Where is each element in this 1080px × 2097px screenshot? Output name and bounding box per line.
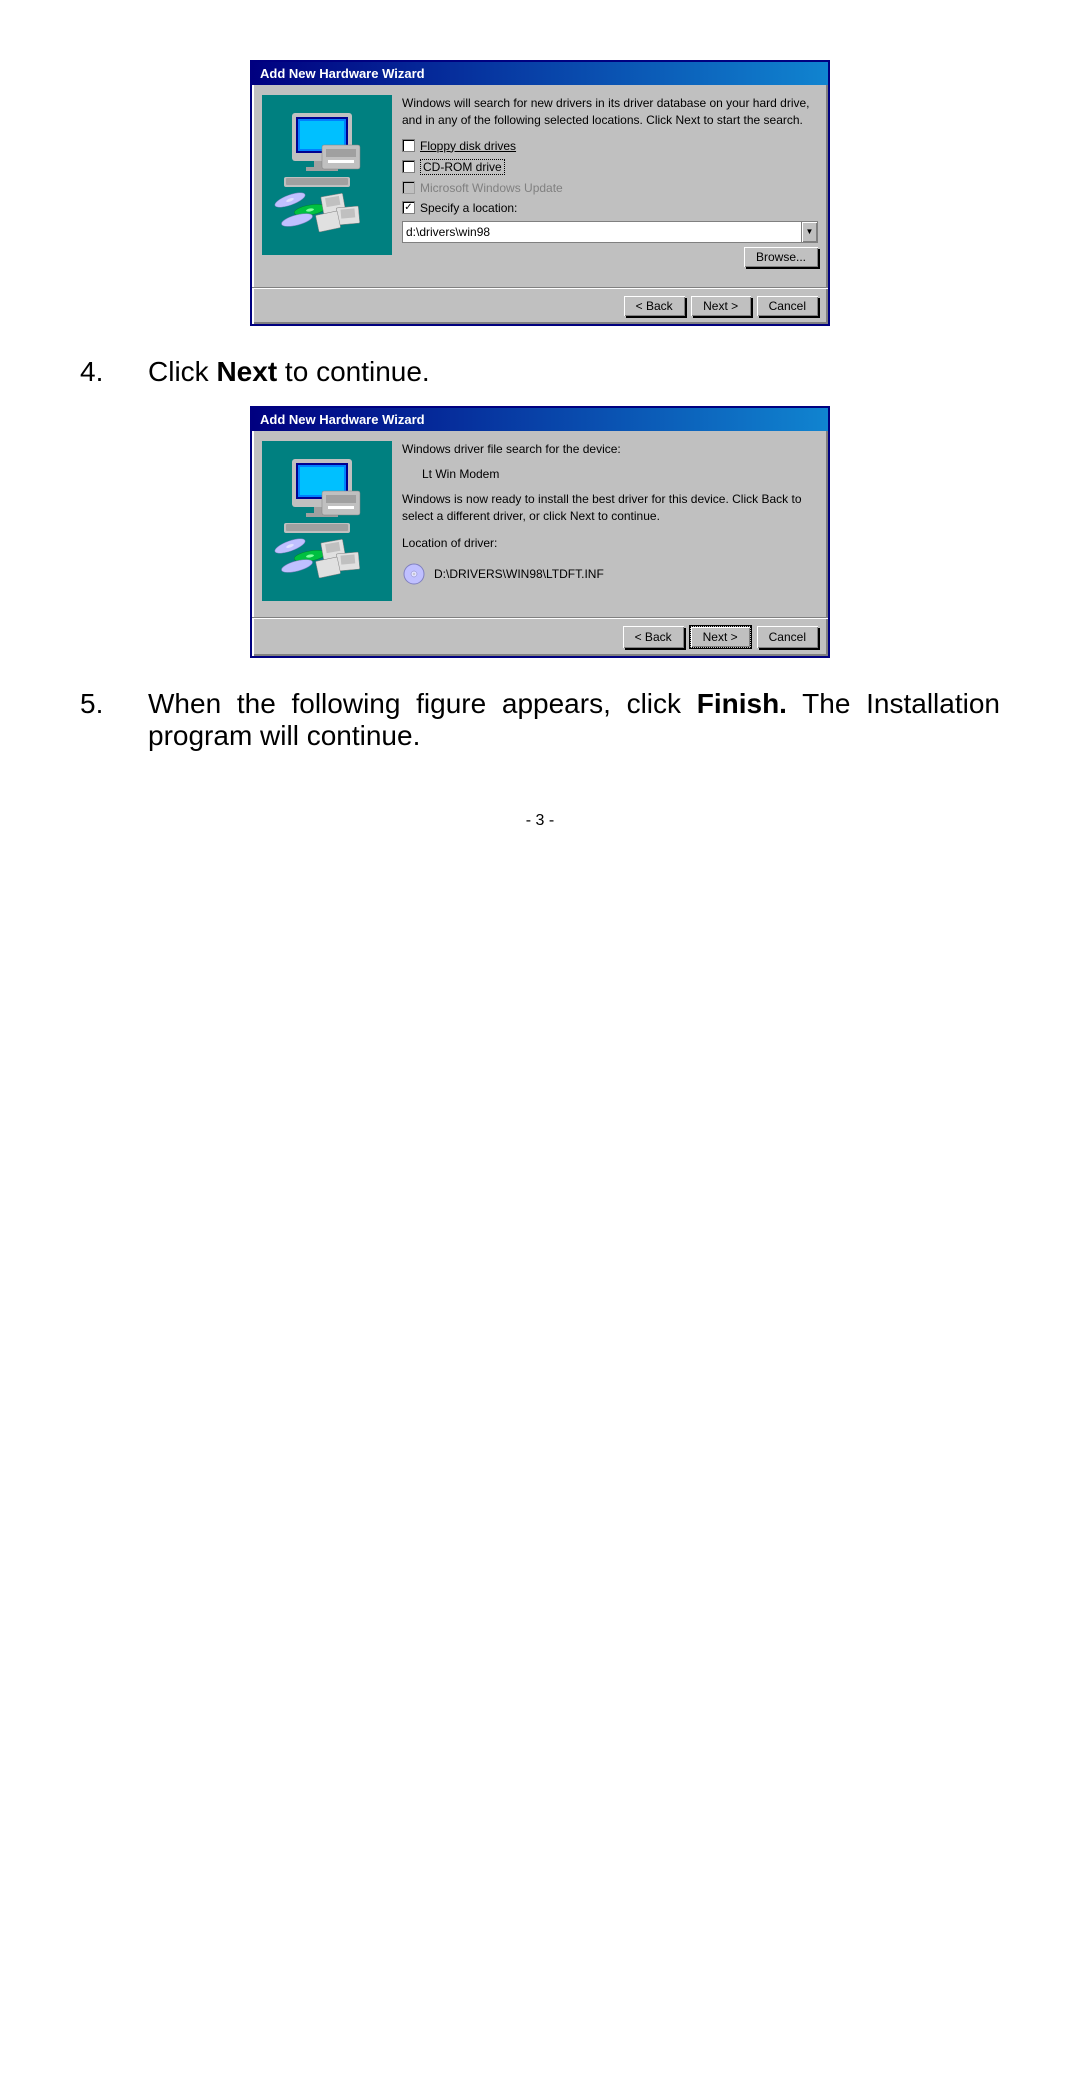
dialog2-cancel-button[interactable]: Cancel	[757, 626, 818, 648]
checkbox-cdrom[interactable]	[402, 160, 415, 173]
checkbox-floppy-label: Floppy disk drives	[420, 139, 516, 153]
browse-btn-row: Browse...	[402, 247, 818, 267]
dialog2-body: Windows driver file search for the devic…	[252, 431, 828, 611]
dialog1-title: Add New Hardware Wizard	[260, 66, 425, 81]
location-dropdown[interactable]: ▼	[402, 221, 818, 243]
checkbox-winupdate-row: Microsoft Windows Update	[402, 181, 818, 195]
checkbox-location-label: Specify a location:	[420, 201, 517, 215]
dialog1-image	[262, 95, 392, 255]
location-input[interactable]	[403, 222, 801, 242]
dropdown-arrow-icon[interactable]: ▼	[801, 222, 817, 242]
dialog1-next-button[interactable]: Next >	[691, 296, 751, 316]
page-number: - 3 -	[80, 812, 1000, 830]
checkbox-floppy-row: Floppy disk drives	[402, 139, 818, 153]
dialog2: Add New Hardware Wizard	[250, 406, 830, 658]
step5-number: 5.	[80, 688, 120, 720]
checkbox-cdrom-label: CD-ROM drive	[420, 159, 505, 175]
dialog2-buttons: < Back Next > Cancel	[252, 618, 828, 656]
dialog1-body: Windows will search for new drivers in i…	[252, 85, 828, 281]
browse-button[interactable]: Browse...	[744, 247, 818, 267]
checkbox-floppy[interactable]	[402, 139, 415, 152]
dialog2-driver-path: D:\DRIVERS\WIN98\LTDFT.INF	[434, 567, 604, 581]
dialog2-titlebar: Add New Hardware Wizard	[252, 408, 828, 431]
dialog1-titlebar: Add New Hardware Wizard	[252, 62, 828, 85]
step5-content: When the following figure appears, click…	[148, 688, 1000, 752]
dialog1-buttons: < Back Next > Cancel	[252, 288, 828, 324]
step4-bold: Next	[216, 356, 277, 387]
driver-location-row: D:\DRIVERS\WIN98\LTDFT.INF	[402, 562, 818, 586]
step5-text: When the following figure appears, click	[148, 688, 697, 719]
dialog1-cancel-button[interactable]: Cancel	[757, 296, 818, 316]
checkbox-winupdate	[402, 181, 415, 194]
step4-text2: to continue.	[277, 356, 430, 387]
dialog2-content: Windows driver file search for the devic…	[402, 441, 818, 601]
step4: 4. Click Next to continue.	[80, 356, 1000, 388]
checkbox-winupdate-label: Microsoft Windows Update	[420, 181, 563, 195]
dialog2-image	[262, 441, 392, 601]
step4-number: 4.	[80, 356, 120, 388]
dialog1: Add New Hardware Wizard	[250, 60, 830, 326]
dialog2-back-button[interactable]: < Back	[623, 626, 684, 648]
checkbox-location-row: Specify a location:	[402, 201, 818, 215]
dialog1-content: Windows will search for new drivers in i…	[402, 95, 818, 271]
checkbox-cdrom-row: CD-ROM drive	[402, 159, 818, 175]
step4-text: Click	[148, 356, 216, 387]
dialog2-ready-text: Windows is now ready to install the best…	[402, 491, 818, 525]
dialog2-title: Add New Hardware Wizard	[260, 412, 425, 427]
step5-bold: Finish.	[697, 688, 787, 719]
step5: 5. When the following figure appears, cl…	[80, 688, 1000, 752]
dialog2-device-name: Lt Win Modem	[422, 467, 818, 481]
dialog1-description: Windows will search for new drivers in i…	[402, 95, 818, 129]
dialog2-location-label: Location of driver:	[402, 535, 818, 552]
cd-drive-icon	[402, 562, 426, 586]
step4-content: Click Next to continue.	[148, 356, 430, 388]
dialog2-search-text: Windows driver file search for the devic…	[402, 441, 818, 458]
dialog2-next-button[interactable]: Next >	[690, 626, 751, 648]
dialog1-back-button[interactable]: < Back	[624, 296, 685, 316]
checkbox-location[interactable]	[402, 201, 415, 214]
